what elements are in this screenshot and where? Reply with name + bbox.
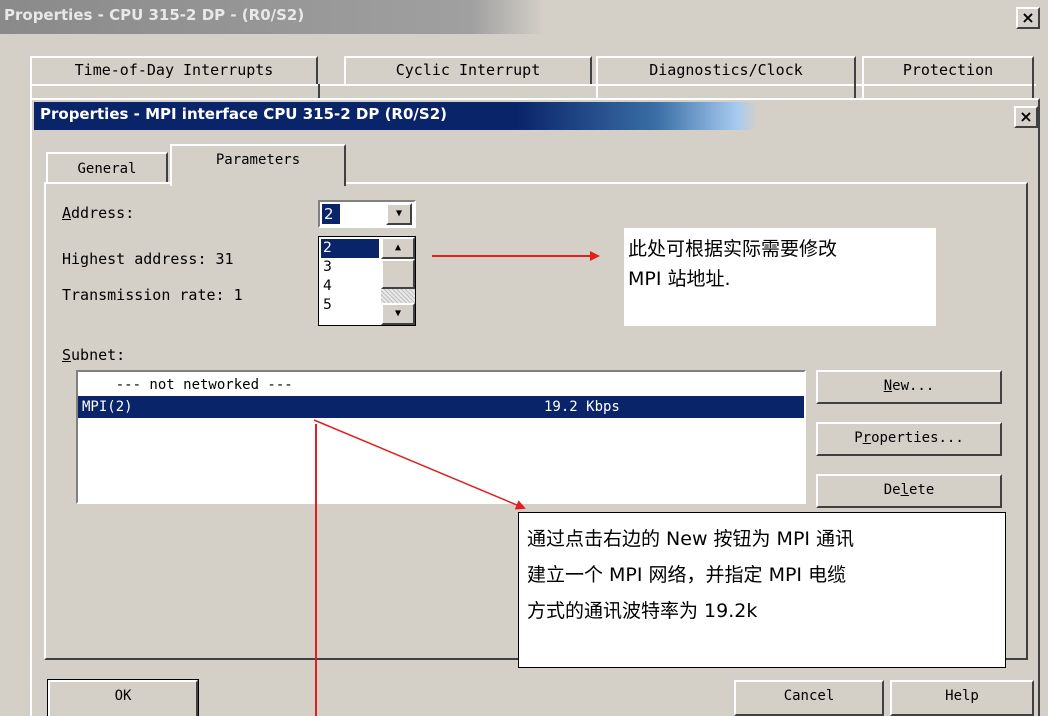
button-label: ew... xyxy=(892,378,935,394)
annotation-subnet: 通过点击右边的 New 按钮为 MPI 通讯 建立一个 MPI 网络，并指定 M… xyxy=(518,512,1006,668)
outer-tab-label: Protection xyxy=(902,61,994,79)
outer-tab-cyclic-interrupt[interactable]: Cyclic Interrupt xyxy=(344,56,592,86)
tab-parameters[interactable]: Parameters xyxy=(170,144,346,186)
cancel-button[interactable]: Cancel xyxy=(734,680,884,716)
subnet-row-mpi2[interactable]: MPI(2) 19.2 Kbps xyxy=(78,396,804,418)
annotation-address: 此处可根据实际需要修改 MPI 站地址. xyxy=(624,228,936,326)
address-option[interactable]: 4 xyxy=(321,277,379,296)
delete-button[interactable]: Delete xyxy=(816,474,1002,508)
button-label: Cancel xyxy=(783,688,835,704)
chevron-down-icon: ▼ xyxy=(395,208,403,219)
mnemonic: r xyxy=(862,430,872,446)
chevron-down-icon: ▼ xyxy=(394,308,402,319)
annotation-line: MPI 站地址. xyxy=(628,268,731,290)
subnet-list[interactable]: --- not networked --- MPI(2) 19.2 Kbps xyxy=(76,370,806,504)
outer-tab-time-of-day-interrupts[interactable]: Time-of-Day Interrupts xyxy=(30,56,318,86)
outer-window-title: Properties - CPU 315-2 DP - (R0/S2) xyxy=(4,6,305,24)
address-value: 2 xyxy=(322,204,340,224)
scrollbar[interactable]: ▲ ▼ xyxy=(381,237,415,325)
tab-label: Parameters xyxy=(215,152,301,168)
outer-tab-label: Time-of-Day Interrupts xyxy=(74,61,274,79)
subnet-name: --- not networked --- xyxy=(82,377,293,393)
button-label: ete xyxy=(909,482,935,498)
help-button[interactable]: Help xyxy=(890,680,1034,716)
address-option[interactable]: 3 xyxy=(321,258,379,277)
outer-close-button[interactable]: × xyxy=(1016,7,1040,29)
annotation-line: 方式的通讯波特率为 19.2k xyxy=(527,600,758,622)
inner-dialog-title: Properties - MPI interface CPU 315-2 DP … xyxy=(40,105,447,123)
subnet-rate: 19.2 Kbps xyxy=(544,399,620,415)
inner-title-bar: Properties - MPI interface CPU 315-2 DP … xyxy=(34,102,1038,130)
outer-tab-label: Diagnostics/Clock xyxy=(649,61,803,79)
address-dropdown-list[interactable]: 2 3 4 5 ▲ ▼ xyxy=(318,236,416,326)
address-select[interactable]: 2 ▼ xyxy=(318,200,416,228)
highest-address-value: 31 xyxy=(215,250,234,268)
label-text: Transmission rate: xyxy=(62,286,225,304)
annotation-line: 通过点击右边的 New 按钮为 MPI 通讯 xyxy=(527,528,855,550)
new-button[interactable]: New... xyxy=(816,370,1002,404)
dropdown-button[interactable]: ▼ xyxy=(386,203,412,225)
close-icon: × xyxy=(1021,8,1035,27)
scroll-thumb[interactable] xyxy=(381,259,415,289)
outer-tab-diagnostics-clock[interactable]: Diagnostics/Clock xyxy=(596,56,856,86)
button-label: P xyxy=(854,430,863,446)
scroll-down-button[interactable]: ▼ xyxy=(381,303,415,325)
chevron-up-icon: ▲ xyxy=(394,242,402,253)
ok-button[interactable]: OK xyxy=(47,679,199,716)
subnet-row-not-networked[interactable]: --- not networked --- xyxy=(78,374,804,396)
highest-address-label: Highest address: 31 xyxy=(62,250,234,268)
tab-label: General xyxy=(77,161,137,177)
subnet-name: MPI(2) xyxy=(82,399,133,415)
transmission-rate-label: Transmission rate: 1 xyxy=(62,286,243,304)
annotation-line: 建立一个 MPI 网络，并指定 MPI 电缆 xyxy=(527,564,847,586)
annotation-line: 此处可根据实际需要修改 xyxy=(628,238,838,260)
inner-close-button[interactable]: × xyxy=(1014,106,1038,128)
mnemonic: l xyxy=(900,482,909,498)
mnemonic: A xyxy=(62,204,72,222)
properties-button[interactable]: Properties... xyxy=(816,422,1002,456)
transmission-rate-value: 1 xyxy=(233,286,243,304)
tab-general[interactable]: General xyxy=(46,152,168,184)
close-icon: × xyxy=(1019,107,1033,126)
button-label: Help xyxy=(945,688,979,704)
scroll-up-button[interactable]: ▲ xyxy=(381,237,415,259)
button-label: operties... xyxy=(871,430,964,446)
address-option[interactable]: 2 xyxy=(321,239,379,258)
mnemonic: N xyxy=(883,378,893,394)
label-text: Highest address: xyxy=(62,250,207,268)
button-label: De xyxy=(883,482,901,498)
label-text: ddress: xyxy=(71,204,135,222)
outer-tab-label: Cyclic Interrupt xyxy=(395,61,541,79)
address-label: Address: xyxy=(62,204,134,222)
label-text: ubnet: xyxy=(71,346,126,364)
address-option[interactable]: 5 xyxy=(321,296,379,315)
subnet-label: Subnet: xyxy=(62,346,125,364)
mnemonic: S xyxy=(62,346,72,364)
outer-title-bar: Properties - CPU 315-2 DP - (R0/S2) × xyxy=(0,0,1048,34)
button-label: OK xyxy=(114,688,132,704)
outer-tab-protection[interactable]: Protection xyxy=(862,56,1034,86)
